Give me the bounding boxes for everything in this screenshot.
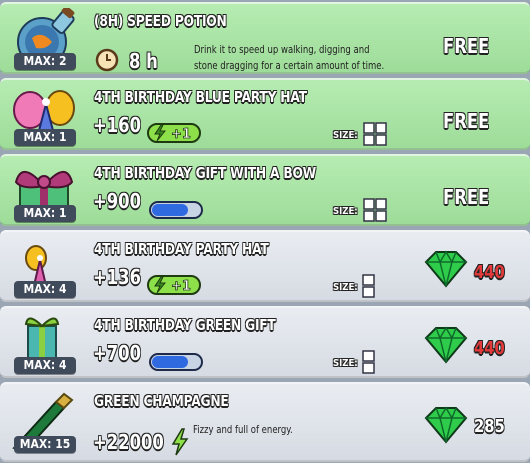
shop-item-green-gift[interactable]: MAX: 4 4TH BIRTHDAY GREEN GIFT +700 SIZE… [0,306,530,378]
shop-item-speed-potion[interactable]: MAX: 2 (8H) SPEED POTION 8 h Drink it to… [0,2,530,74]
size-1x2-icon [362,350,375,374]
item-title: (8H) SPEED POTION [94,12,227,30]
shop-item-party-hat[interactable]: MAX: 4 4TH BIRTHDAY PARTY HAT +136 +1 SI… [0,230,530,302]
item-description: Drink it to speed up walking, digging an… [194,43,385,72]
clock-icon [95,48,119,72]
max-badge: MAX: 4 [14,357,76,374]
max-badge: MAX: 1 [14,205,76,222]
item-title: 4TH BIRTHDAY GIFT WITH A BOW [94,164,317,182]
shop-item-gift-with-bow[interactable]: MAX: 1 4TH BIRTHDAY GIFT WITH A BOW +900… [0,154,530,226]
price-free[interactable]: FREE [443,185,489,209]
size-2x2-icon [363,198,387,222]
item-title: 4TH BIRTHDAY PARTY HAT [94,240,269,258]
item-title: GREEN CHAMPAGNE [94,392,229,410]
item-title: 4TH BIRTHDAY GREEN GIFT [94,316,276,334]
size-1x2-icon [362,274,375,298]
size-label: SIZE: [333,282,358,293]
item-description: Fizzy and full of energy. [193,423,293,436]
max-badge: MAX: 1 [14,129,76,146]
size-label: SIZE: [333,358,358,369]
max-badge: MAX: 4 [14,281,76,298]
price-free[interactable]: FREE [443,34,489,58]
gem-price[interactable]: 285 [474,416,505,437]
energy-value: +900 [93,189,141,213]
duration-value: 8 h [129,49,158,73]
energy-bonus-label: +1 [171,127,191,142]
energy-bar-icon [149,201,203,219]
max-badge: MAX: 2 [14,53,76,70]
gem-icon [424,326,468,364]
max-badge: MAX: 15 [14,436,76,453]
energy-bonus-pill: +1 [147,275,201,295]
gem-icon [424,250,468,288]
energy-value: +160 [93,113,141,137]
shop-item-green-champagne[interactable]: MAX: 15 GREEN CHAMPAGNE +22000 Fizzy and… [0,382,530,462]
lightning-icon [171,428,189,456]
energy-bonus-pill: +1 [147,123,201,143]
size-2x2-icon [363,122,387,146]
energy-value: +136 [93,265,141,289]
gem-price[interactable]: 440 [474,338,505,359]
size-label: SIZE: [333,130,358,141]
shop-item-blue-party-hat[interactable]: MAX: 1 4TH BIRTHDAY BLUE PARTY HAT +160 … [0,78,530,150]
gem-price[interactable]: 440 [474,262,505,283]
item-title: 4TH BIRTHDAY BLUE PARTY HAT [94,88,307,106]
price-free[interactable]: FREE [443,109,489,133]
energy-value: +22000 [93,430,164,454]
gem-icon [424,406,468,444]
energy-bonus-label: +1 [171,279,191,294]
energy-value: +700 [93,341,141,365]
energy-bar-icon [149,353,203,371]
size-label: SIZE: [333,206,358,217]
